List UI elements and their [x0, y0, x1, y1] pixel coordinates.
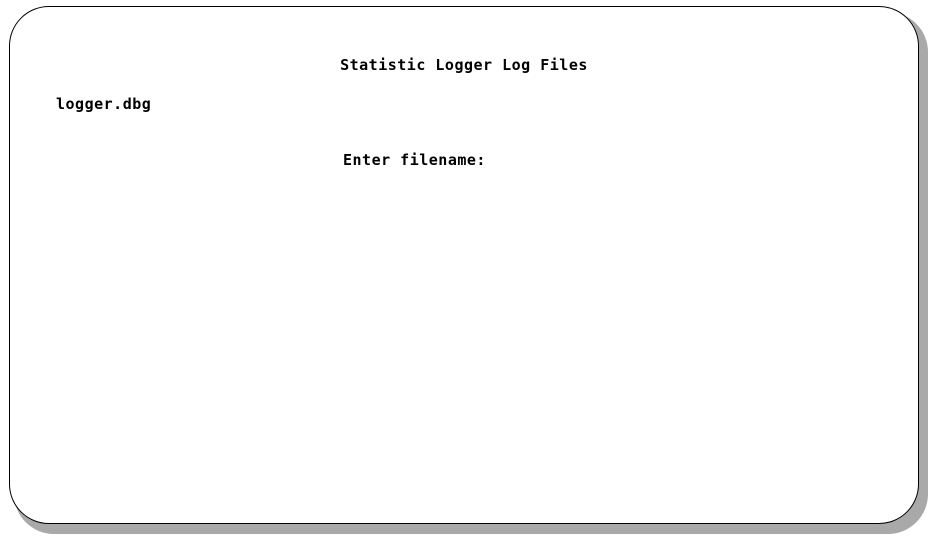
filename-input[interactable]: [493, 151, 714, 169]
log-file-entry: logger.dbg: [56, 95, 152, 113]
screen-title: Statistic Logger Log Files: [340, 56, 588, 74]
filename-prompt-label: Enter filename:: [343, 151, 486, 169]
terminal-screen: Statistic Logger Log Files logger.dbg En…: [9, 6, 919, 524]
filename-prompt: Enter filename:: [343, 151, 714, 169]
